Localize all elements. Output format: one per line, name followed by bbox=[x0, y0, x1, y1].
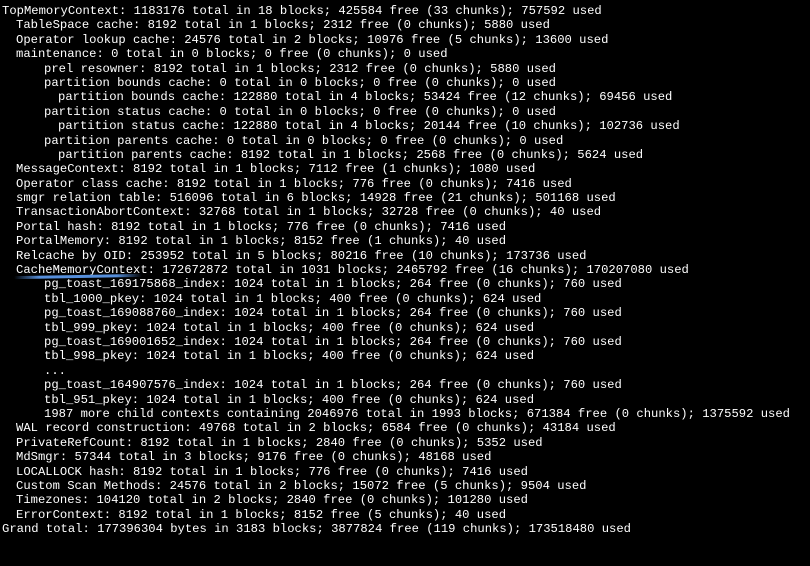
log-line: partition bounds cache: 122880 total in … bbox=[2, 90, 810, 104]
log-line: partition bounds cache: 0 total in 0 blo… bbox=[2, 76, 810, 90]
log-line: Custom Scan Methods: 24576 total in 2 bl… bbox=[2, 479, 810, 493]
log-line: pg_toast_169088760_index: 1024 total in … bbox=[2, 306, 810, 320]
log-line: MdSmgr: 57344 total in 3 blocks; 9176 fr… bbox=[2, 450, 810, 464]
log-line: Operator class cache: 8192 total in 1 bl… bbox=[2, 177, 810, 191]
log-line: Portal hash: 8192 total in 1 blocks; 776… bbox=[2, 220, 810, 234]
log-line: TopMemoryContext: 1183176 total in 18 bl… bbox=[2, 4, 810, 18]
log-line: Relcache by OID: 253952 total in 5 block… bbox=[2, 249, 810, 263]
log-line: tbl_998_pkey: 1024 total in 1 blocks; 40… bbox=[2, 349, 810, 363]
log-line: Operator lookup cache: 24576 total in 2 … bbox=[2, 33, 810, 47]
log-line: tbl_951_pkey: 1024 total in 1 blocks; 40… bbox=[2, 393, 810, 407]
log-line: ErrorContext: 8192 total in 1 blocks; 81… bbox=[2, 508, 810, 522]
log-line: partition status cache: 122880 total in … bbox=[2, 119, 810, 133]
log-line: partition status cache: 0 total in 0 blo… bbox=[2, 105, 810, 119]
highlighted-context: CacheMemoryContext bbox=[16, 263, 148, 277]
log-line: pg_toast_169175868_index: 1024 total in … bbox=[2, 277, 810, 291]
log-line: partition parents cache: 8192 total in 1… bbox=[2, 148, 810, 162]
log-line: pg_toast_164907576_index: 1024 total in … bbox=[2, 378, 810, 392]
log-line: TableSpace cache: 8192 total in 1 blocks… bbox=[2, 18, 810, 32]
log-line: maintenance: 0 total in 0 blocks; 0 free… bbox=[2, 47, 810, 61]
log-line: tbl_999_pkey: 1024 total in 1 blocks; 40… bbox=[2, 321, 810, 335]
log-line: PrivateRefCount: 8192 total in 1 blocks;… bbox=[2, 436, 810, 450]
log-line: Timezones: 104120 total in 2 blocks; 284… bbox=[2, 493, 810, 507]
log-line: TransactionAbortContext: 32768 total in … bbox=[2, 205, 810, 219]
log-line: MessageContext: 8192 total in 1 blocks; … bbox=[2, 162, 810, 176]
log-line: PortalMemory: 8192 total in 1 blocks; 81… bbox=[2, 234, 810, 248]
log-line: CacheMemoryContext: 172672872 total in 1… bbox=[2, 263, 810, 277]
log-line: Grand total: 177396304 bytes in 3183 blo… bbox=[2, 522, 810, 536]
log-line: ... bbox=[2, 364, 810, 378]
log-line: smgr relation table: 516096 total in 6 b… bbox=[2, 191, 810, 205]
log-line: 1987 more child contexts containing 2046… bbox=[2, 407, 810, 421]
log-line: tbl_1000_pkey: 1024 total in 1 blocks; 4… bbox=[2, 292, 810, 306]
log-line: WAL record construction: 49768 total in … bbox=[2, 421, 810, 435]
log-line: prel resowner: 8192 total in 1 blocks; 2… bbox=[2, 62, 810, 76]
log-line: LOCALLOCK hash: 8192 total in 1 blocks; … bbox=[2, 465, 810, 479]
log-line: partition parents cache: 0 total in 0 bl… bbox=[2, 134, 810, 148]
log-line: pg_toast_169001652_index: 1024 total in … bbox=[2, 335, 810, 349]
terminal-output: TopMemoryContext: 1183176 total in 18 bl… bbox=[0, 0, 810, 536]
